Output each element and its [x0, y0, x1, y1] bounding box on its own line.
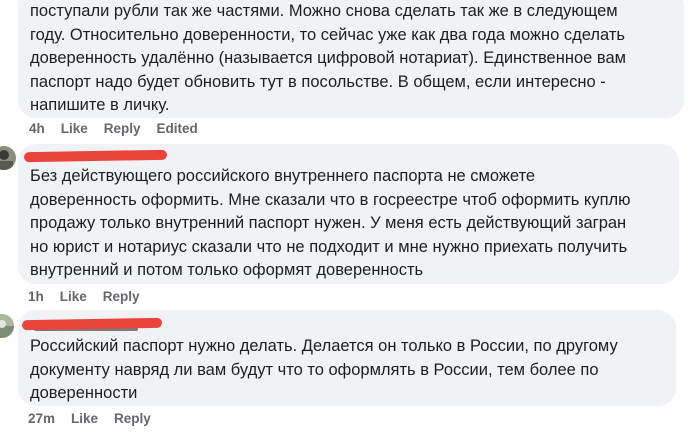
comment-2-like-button[interactable]: Like: [60, 289, 87, 304]
comment-1-timestamp[interactable]: 4h: [29, 121, 45, 136]
comment-3-like-button[interactable]: Like: [71, 411, 98, 426]
avatar-photo-icon: [0, 146, 16, 170]
comment-1-actions: 4h Like Reply Edited: [29, 121, 214, 136]
comment-1-like-button[interactable]: Like: [61, 121, 88, 136]
comment-2-line-2: доверенность оформить. Мне сказали что в…: [30, 190, 631, 209]
avatar[interactable]: [0, 314, 14, 338]
comment-2-timestamp[interactable]: 1h: [28, 289, 44, 304]
comment-3-reply-button[interactable]: Reply: [114, 411, 151, 426]
comment-1-line-5: напишите в личку.: [30, 96, 170, 114]
comment-1-line-2: году. Относительно доверенности, то сейч…: [30, 25, 625, 44]
comment-1-edited-label[interactable]: Edited: [157, 121, 198, 136]
comment-1-line-4: паспорт надо будет обновить тут в посоль…: [30, 72, 606, 91]
comment-2-line-1: Без действующего российского внутреннего…: [30, 167, 536, 185]
avatar[interactable]: [0, 146, 16, 170]
comment-3-timestamp[interactable]: 27m: [28, 411, 55, 426]
comment-2-reply-button[interactable]: Reply: [103, 289, 140, 304]
comment-2-line-4: но юрист и нотариус сказали что не подхо…: [30, 237, 628, 256]
comment-2-actions: 1h Like Reply: [28, 289, 156, 304]
comment-bubble-2: Без действующего российского внутреннего…: [18, 144, 679, 284]
comment-1-reply-button[interactable]: Reply: [104, 121, 141, 136]
comment-2-line-5: внутренний и потом только оформят довере…: [30, 261, 424, 279]
comment-3-line-1: Российский паспорт нужно делать. Делаетс…: [30, 337, 618, 355]
comment-3-actions: 27m Like Reply: [28, 411, 167, 426]
comment-bubble-1: поступали рубли так же частями. Можно сн…: [18, 0, 684, 118]
avatar-photo-icon: [0, 314, 14, 338]
comment-1-line-1: поступали рубли так же частями. Можно сн…: [30, 2, 618, 20]
comment-1-line-3: доверенность удалённо (называется цифров…: [30, 49, 626, 67]
comment-2-line-3: продажу только внутренний паспорт нужен.…: [30, 214, 627, 232]
comment-3-line-2: документу навряд ли вам будут что то офо…: [30, 360, 599, 379]
comment-3-line-3: доверенности: [30, 384, 138, 402]
